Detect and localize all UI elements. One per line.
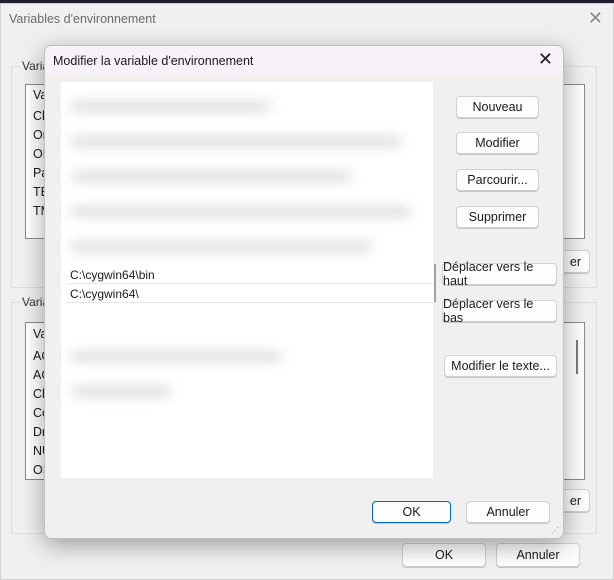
scrollbar[interactable] xyxy=(434,264,436,302)
delete-button[interactable]: Supprimer xyxy=(456,206,539,228)
move-down-button[interactable]: Déplacer vers le bas xyxy=(442,297,557,325)
path-entry[interactable]: C:\cygwin64\ xyxy=(67,284,435,303)
dialog-ok-button[interactable]: OK xyxy=(372,501,451,523)
move-up-button[interactable]: Déplacer vers le haut xyxy=(442,260,557,288)
resize-grip-icon[interactable]: ⋰ xyxy=(551,526,559,535)
edit-variable-dialog: Modifier la variable d'environnement ✕ C… xyxy=(44,45,564,539)
new-button[interactable]: Nouveau xyxy=(456,96,539,118)
cancel-button[interactable]: Annuler xyxy=(496,543,580,567)
dialog-title: Modifier la variable d'environnement xyxy=(53,54,254,68)
browse-button[interactable]: Parcourir... xyxy=(456,169,539,191)
edit-button[interactable]: Modifier xyxy=(456,132,539,154)
close-icon[interactable]: ✕ xyxy=(588,8,603,29)
scrollbar[interactable] xyxy=(576,340,578,374)
window-title: Variables d'environnement xyxy=(9,12,156,26)
dialog-cancel-button[interactable]: Annuler xyxy=(466,501,550,523)
close-icon[interactable]: ✕ xyxy=(538,49,553,70)
ok-button[interactable]: OK xyxy=(402,543,486,567)
path-entry[interactable]: C:\cygwin64\bin xyxy=(67,265,435,284)
edit-text-button[interactable]: Modifier le texte... xyxy=(444,355,557,377)
